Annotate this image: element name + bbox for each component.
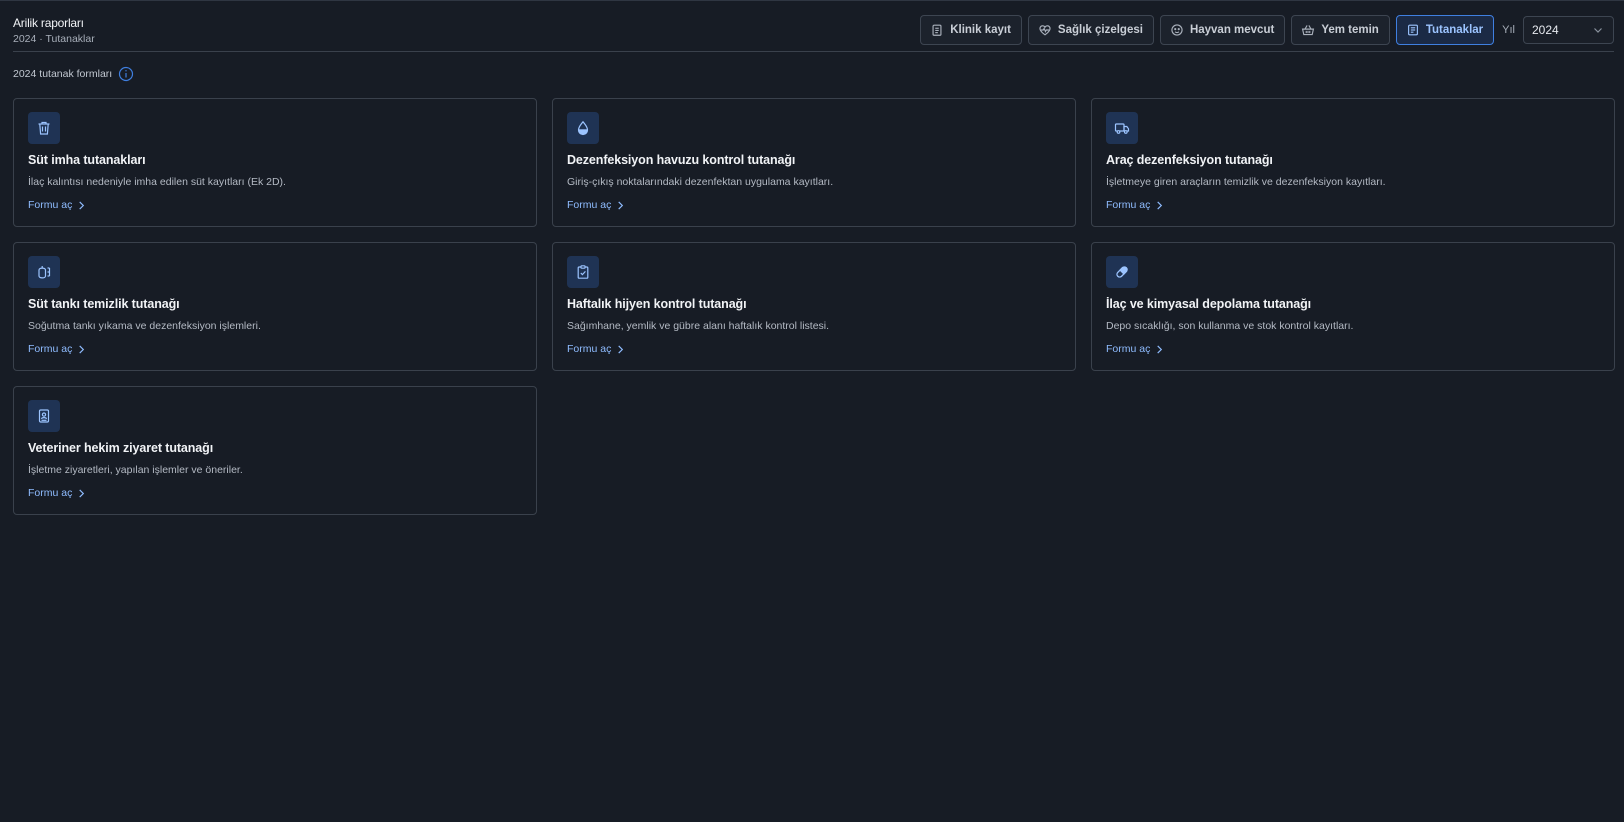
card-description: Soğutma tankı yıkama ve dezenfeksiyon iş… <box>28 320 261 332</box>
year-value: 2024 <box>1532 23 1559 37</box>
tab-hayvan-mevcut[interactable]: Hayvan mevcut <box>1159 15 1286 45</box>
animal-face-icon <box>1171 24 1183 36</box>
open-form-link[interactable]: Formu aç <box>1106 199 1164 211</box>
tank-icon <box>38 266 51 279</box>
chevron-right-icon <box>79 488 85 498</box>
year-select[interactable]: 2024 <box>1523 16 1614 44</box>
open-form-link[interactable]: Formu aç <box>28 343 86 355</box>
tab-label: Tutanaklar <box>1425 24 1484 36</box>
card-icon-tile <box>1106 112 1138 144</box>
card-title: Süt imha tutanakları <box>28 153 146 167</box>
card-description: Depo sıcaklığı, son kullanma ve stok kon… <box>1106 320 1354 332</box>
tab-label: Hayvan mevcut <box>1189 24 1275 36</box>
open-form-link[interactable]: Formu aç <box>1106 343 1164 355</box>
card-title: Haftalık hijyen kontrol tutanağı <box>567 297 747 311</box>
title-block: Arilik raporları 2024 · Tutanaklar <box>13 16 95 45</box>
open-form-label: Formu aç <box>567 343 612 355</box>
tab-label: Klinik kayıt <box>950 24 1011 36</box>
chevron-right-icon <box>79 344 85 354</box>
chevron-right-icon <box>79 200 85 210</box>
page-header: Arilik raporları 2024 · Tutanaklar Klini… <box>13 0 1614 52</box>
chevron-down-icon <box>1594 28 1602 33</box>
open-form-label: Formu aç <box>28 199 73 211</box>
card-description: İşletme ziyaretleri, yapılan işlemler ve… <box>28 464 243 476</box>
tab-label: Yem temin <box>1321 24 1379 36</box>
card-description: Sağımhane, yemlik ve gübre alanı haftalı… <box>567 320 830 332</box>
heartbeat-icon <box>1039 25 1051 36</box>
form-card-haftalik-hijyen: Haftalık hijyen kontrol tutanağı Sağımha… <box>552 242 1076 371</box>
page-title: Arilik raporları <box>13 16 84 30</box>
tab-label: Sağlık çizelgesi <box>1057 24 1143 36</box>
truck-icon <box>1114 123 1130 134</box>
card-description: İlaç kalıntısı nedeniyle imha edilen süt… <box>28 176 286 188</box>
open-form-label: Formu aç <box>28 343 73 355</box>
card-title: Veteriner hekim ziyaret tutanağı <box>28 441 214 455</box>
open-form-link[interactable]: Formu aç <box>28 487 86 499</box>
card-icon-tile <box>1106 256 1138 288</box>
id-badge-icon <box>38 409 50 423</box>
report-toolbar: Klinik kayıt Sağlık çizelgesi Hayvan mev… <box>920 15 1614 45</box>
form-card-sut-tanki: Süt tankı temizlik tutanağı Soğutma tank… <box>13 242 537 371</box>
card-icon-tile <box>28 112 60 144</box>
card-title: Süt tankı temizlik tutanağı <box>28 297 180 311</box>
form-card-veteriner-ziyaret: Veteriner hekim ziyaret tutanağı İşletme… <box>13 386 537 515</box>
open-form-label: Formu aç <box>1106 343 1151 355</box>
trash-can-icon <box>38 121 50 135</box>
section-label: 2024 tutanak formları <box>13 68 113 80</box>
page-subtitle: 2024 · Tutanaklar <box>13 33 95 45</box>
form-card-sut-imha: Süt imha tutanakları İlaç kalıntısı nede… <box>13 98 537 227</box>
open-form-label: Formu aç <box>567 199 612 211</box>
card-description: Giriş-çıkış noktalarındaki dezenfektan u… <box>567 176 834 188</box>
open-form-link[interactable]: Formu aç <box>567 199 625 211</box>
chevron-right-icon <box>1157 200 1163 210</box>
card-icon-tile <box>567 256 599 288</box>
clipboard-check-icon <box>577 265 589 279</box>
form-card-dezenfeksiyon-havuzu: Dezenfeksiyon havuzu kontrol tutanağı Gi… <box>552 98 1076 227</box>
card-title: İlaç ve kimyasal depolama tutanağı <box>1106 297 1312 311</box>
tab-klinik-kayit[interactable]: Klinik kayıt <box>920 15 1022 45</box>
chevron-right-icon <box>618 200 624 210</box>
card-description: İşletmeye giren araçların temizlik ve de… <box>1106 176 1386 188</box>
tab-tutanaklar[interactable]: Tutanaklar <box>1395 15 1495 45</box>
document-list-icon <box>1407 24 1418 36</box>
pill-icon <box>1116 266 1128 278</box>
card-icon-tile <box>567 112 599 144</box>
droplet-icon <box>577 120 589 136</box>
basket-icon <box>1302 25 1315 36</box>
form-card-arac-dezenfeksiyon: Araç dezenfeksiyon tutanağı İşletmeye gi… <box>1091 98 1615 227</box>
card-icon-tile <box>28 256 60 288</box>
info-icon[interactable] <box>118 66 134 82</box>
open-form-link[interactable]: Formu aç <box>567 343 625 355</box>
tab-yem-temin[interactable]: Yem temin <box>1291 15 1390 45</box>
open-form-link[interactable]: Formu aç <box>28 199 86 211</box>
year-label: Yıl <box>1502 24 1515 36</box>
chevron-right-icon <box>618 344 624 354</box>
tab-saglik-cizelgesi[interactable]: Sağlık çizelgesi <box>1027 15 1154 45</box>
card-icon-tile <box>28 400 60 432</box>
clipboard-icon <box>932 24 942 36</box>
card-title: Dezenfeksiyon havuzu kontrol tutanağı <box>567 153 796 167</box>
open-form-label: Formu aç <box>1106 199 1151 211</box>
card-title: Araç dezenfeksiyon tutanağı <box>1106 153 1273 167</box>
form-card-grid: Süt imha tutanakları İlaç kalıntısı nede… <box>13 98 1615 515</box>
chevron-right-icon <box>1157 344 1163 354</box>
form-card-ilac-kimyasal: İlaç ve kimyasal depolama tutanağı Depo … <box>1091 242 1615 371</box>
section-heading: 2024 tutanak formları <box>13 66 134 82</box>
open-form-label: Formu aç <box>28 487 73 499</box>
